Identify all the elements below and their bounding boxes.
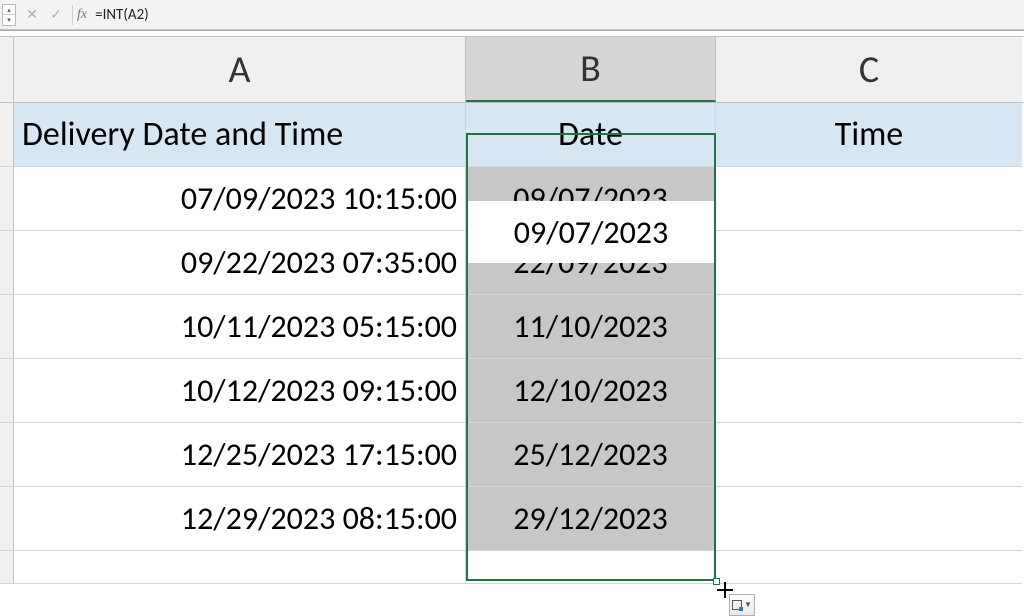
- cell-a3[interactable]: 09/22/2023 07:35:00: [14, 231, 466, 295]
- spinner-up-icon[interactable]: ▴: [3, 5, 15, 16]
- row-header[interactable]: [0, 103, 14, 167]
- row-header[interactable]: [0, 359, 14, 423]
- table-row: 12/25/2023 17:15:00 25/12/2023: [0, 423, 1024, 487]
- select-all-corner[interactable]: [0, 37, 14, 102]
- autofill-options-button[interactable]: ▼: [729, 594, 755, 616]
- namebox-spinner[interactable]: ▴ ▾: [2, 4, 16, 26]
- col-header-a[interactable]: A: [14, 37, 466, 102]
- column-headers: A B C: [0, 37, 1024, 103]
- spinner-down-icon[interactable]: ▾: [3, 15, 15, 25]
- sheet-top-border: [0, 30, 1024, 37]
- cell-b1[interactable]: Date: [466, 103, 716, 167]
- cell-c5[interactable]: [716, 359, 1022, 423]
- cell-a2[interactable]: 07/09/2023 10:15:00: [14, 167, 466, 231]
- table-row: [0, 551, 1024, 584]
- chevron-down-icon: ▼: [744, 601, 752, 609]
- cell-a1[interactable]: Delivery Date and Time: [14, 103, 466, 167]
- cell-a4[interactable]: 10/11/2023 05:15:00: [14, 295, 466, 359]
- col-header-c[interactable]: C: [716, 37, 1022, 102]
- cell-b3[interactable]: 22/09/2023: [466, 231, 716, 295]
- grid: Delivery Date and Time Date Time 07/09/2…: [0, 103, 1024, 584]
- cell-c8[interactable]: [716, 551, 1022, 584]
- cancel-icon[interactable]: ✕: [20, 3, 44, 27]
- confirm-icon[interactable]: ✓: [44, 3, 68, 27]
- cell-b8[interactable]: [466, 551, 716, 584]
- cell-c3[interactable]: [716, 231, 1022, 295]
- cell-b2[interactable]: 09/07/2023: [466, 167, 716, 231]
- autofill-icon: [732, 600, 742, 610]
- cell-a7[interactable]: 12/29/2023 08:15:00: [14, 487, 466, 551]
- row-header[interactable]: [0, 167, 14, 231]
- cell-b5[interactable]: 12/10/2023: [466, 359, 716, 423]
- header-row: Delivery Date and Time Date Time: [0, 103, 1024, 167]
- fx-label[interactable]: fx: [77, 7, 87, 23]
- cell-b7[interactable]: 29/12/2023: [466, 487, 716, 551]
- row-header[interactable]: [0, 231, 14, 295]
- cell-c7[interactable]: [716, 487, 1022, 551]
- divider: [72, 5, 73, 25]
- table-row: 07/09/2023 10:15:00 09/07/2023: [0, 167, 1024, 231]
- row-header[interactable]: [0, 295, 14, 359]
- fill-handle[interactable]: [713, 578, 720, 585]
- cell-c2[interactable]: [716, 167, 1022, 231]
- table-row: 12/29/2023 08:15:00 29/12/2023: [0, 487, 1024, 551]
- formula-bar: ▴ ▾ ✕ ✓ fx: [0, 0, 1024, 30]
- row-header[interactable]: [0, 423, 14, 487]
- table-row: 10/11/2023 05:15:00 11/10/2023: [0, 295, 1024, 359]
- cell-c1[interactable]: Time: [716, 103, 1022, 167]
- cell-c4[interactable]: [716, 295, 1022, 359]
- cell-b6[interactable]: 25/12/2023: [466, 423, 716, 487]
- col-header-b[interactable]: B: [466, 37, 716, 102]
- row-header[interactable]: [0, 487, 14, 551]
- cell-a6[interactable]: 12/25/2023 17:15:00: [14, 423, 466, 487]
- table-row: 10/12/2023 09:15:00 12/10/2023: [0, 359, 1024, 423]
- formula-input[interactable]: [95, 6, 1024, 24]
- cell-b4[interactable]: 11/10/2023: [466, 295, 716, 359]
- table-row: 09/22/2023 07:35:00 22/09/2023: [0, 231, 1024, 295]
- cell-a5[interactable]: 10/12/2023 09:15:00: [14, 359, 466, 423]
- cell-c6[interactable]: [716, 423, 1022, 487]
- cell-a8[interactable]: [14, 551, 466, 584]
- row-header[interactable]: [0, 551, 14, 584]
